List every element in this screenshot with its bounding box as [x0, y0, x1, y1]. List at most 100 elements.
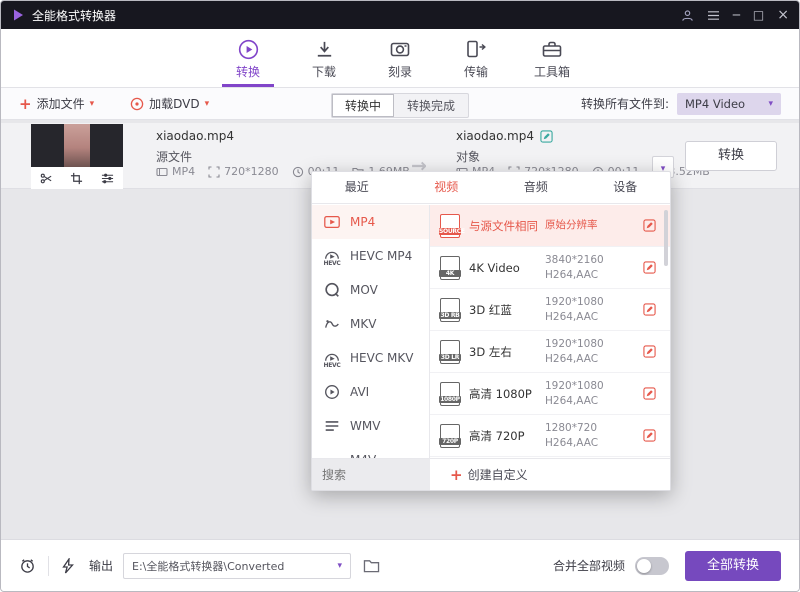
effects-sliders-icon[interactable]	[101, 172, 114, 185]
rename-edit-icon[interactable]	[540, 130, 553, 143]
avi-icon	[323, 383, 341, 401]
convert-row-button[interactable]: 转换	[685, 141, 777, 171]
tab-record[interactable]: 刻录	[362, 29, 438, 87]
format-icon	[156, 166, 168, 178]
edit-icon[interactable]	[643, 303, 656, 316]
window-controls: ─ □ ×	[681, 8, 789, 22]
format-item-mkv[interactable]: MKV	[312, 307, 429, 341]
format-item-mov[interactable]: MOV	[312, 273, 429, 307]
bottom-bar-right: 合并全部视频 全部转换	[553, 551, 781, 581]
format-list: MP4 HEVC HEVC MP4 MOV MKV HEVC HEVC MKV	[312, 205, 430, 458]
thumbnail-toolbar	[31, 167, 123, 189]
format-item-label: HEVC MKV	[350, 351, 413, 365]
target-label: 对象	[456, 148, 480, 165]
edit-icon[interactable]	[643, 345, 656, 358]
tab-toolbox-label: 工具箱	[534, 63, 570, 80]
chevron-down-icon: ▾	[205, 99, 210, 109]
preset-resolution: 1920*1080	[545, 295, 604, 310]
preset-resolution: 1920*1080	[545, 337, 604, 352]
preset-name: 4K Video	[469, 261, 545, 275]
preset-row-3d-sbs[interactable]: 3D LR 3D 左右 1920*1080H264,AAC	[430, 331, 670, 373]
format-item-avi[interactable]: AVI	[312, 375, 429, 409]
output-format-dropdown[interactable]: MP4 Video ▾	[677, 93, 781, 115]
tab-download[interactable]: 下载	[286, 29, 362, 87]
app-title: 全能格式转换器	[32, 7, 116, 24]
popup-tab-recent[interactable]: 最近	[312, 172, 402, 203]
format-item-label: MOV	[350, 283, 378, 297]
format-popup-body: MP4 HEVC HEVC MP4 MOV MKV HEVC HEVC MKV	[312, 205, 670, 458]
user-icon[interactable]	[681, 9, 694, 22]
menu-icon[interactable]	[707, 10, 720, 21]
preset-name: 与源文件相同	[469, 218, 545, 234]
minimize-button[interactable]: ─	[733, 9, 740, 21]
wmv-icon	[323, 417, 341, 435]
preset-file-icon: 1080P	[440, 382, 460, 406]
format-item-mp4[interactable]: MP4	[312, 205, 429, 239]
preset-file-icon: 720P	[440, 424, 460, 448]
source-resolution: 720*1280	[224, 165, 279, 178]
maximize-button[interactable]: □	[753, 9, 764, 21]
merge-videos-toggle[interactable]	[635, 557, 669, 575]
tab-transfer[interactable]: 传输	[438, 29, 514, 87]
popup-tab-device[interactable]: 设备	[581, 172, 671, 203]
thumbnail-frame	[64, 124, 90, 167]
tab-convert[interactable]: 转换	[210, 29, 286, 87]
tab-toolbox[interactable]: 工具箱	[514, 29, 590, 87]
trim-scissors-icon[interactable]	[40, 172, 53, 185]
add-files-button[interactable]: + 添加文件 ▾	[19, 95, 94, 113]
close-button[interactable]: ×	[777, 8, 789, 22]
tab-download-label: 下载	[312, 63, 336, 80]
video-thumbnail[interactable]	[31, 124, 123, 167]
scrollbar-thumb[interactable]	[664, 210, 668, 266]
edit-icon[interactable]	[643, 387, 656, 400]
record-camera-icon	[389, 37, 411, 61]
resolution-icon	[208, 166, 220, 178]
titlebar: 全能格式转换器 ─ □ ×	[1, 1, 799, 29]
download-icon	[314, 37, 335, 61]
preset-row-1080p[interactable]: 1080P 高清 1080P 1920*1080H264,AAC	[430, 373, 670, 415]
convert-all-to: 转换所有文件到: MP4 Video ▾	[581, 93, 781, 115]
toolbar: + 添加文件 ▾ 加载DVD ▾ 转换中 转换完成 转换所有文件到: MP4 V…	[1, 88, 799, 120]
mkv-icon	[323, 315, 341, 333]
crop-icon[interactable]	[70, 172, 83, 185]
preset-badge: 3D RB	[439, 312, 461, 319]
preset-codec: H264,AAC	[545, 394, 604, 409]
preset-row-3d-anaglyph[interactable]: 3D RB 3D 红蓝 1920*1080H264,AAC	[430, 289, 670, 331]
edit-icon[interactable]	[643, 261, 656, 274]
format-item-label: HEVC MP4	[350, 249, 412, 263]
format-item-m4v[interactable]: M4V	[312, 443, 429, 458]
open-folder-icon[interactable]	[363, 558, 380, 573]
target-filename: xiaodao.mp4	[456, 129, 534, 143]
output-path-dropdown[interactable]: E:\全能格式转换器\Converted ▾	[123, 553, 351, 579]
schedule-clock-icon[interactable]	[19, 557, 36, 574]
format-item-wmv[interactable]: WMV	[312, 409, 429, 443]
plus-icon: +	[450, 466, 463, 484]
mov-icon	[323, 281, 341, 299]
edit-icon[interactable]	[643, 219, 656, 232]
format-item-hevc-mp4[interactable]: HEVC HEVC MP4	[312, 239, 429, 273]
preset-detail: 1280*720H264,AAC	[545, 421, 598, 450]
preset-name: 3D 左右	[469, 344, 545, 360]
create-custom-button[interactable]: + 创建自定义	[450, 466, 528, 484]
tab-finished[interactable]: 转换完成	[394, 94, 468, 117]
preset-row-720p[interactable]: 720P 高清 720P 1280*720H264,AAC	[430, 415, 670, 457]
create-custom-label: 创建自定义	[468, 466, 528, 483]
preset-name: 高清 1080P	[469, 386, 545, 402]
high-speed-lightning-icon[interactable]	[61, 558, 75, 574]
format-item-hevc-mkv[interactable]: HEVC HEVC MKV	[312, 341, 429, 375]
preset-badge: 4K	[439, 270, 461, 277]
preset-detail: 1920*1080H264,AAC	[545, 379, 604, 408]
preset-row-same-as-source[interactable]: SOURCE 与源文件相同 原始分辨率	[430, 205, 670, 247]
preset-row-4k[interactable]: 4K 4K Video 3840*2160H264,AAC	[430, 247, 670, 289]
edit-icon[interactable]	[643, 429, 656, 442]
m4v-icon	[323, 451, 341, 458]
preset-badge: 720P	[439, 438, 461, 445]
popup-tab-audio[interactable]: 音频	[491, 172, 581, 203]
tab-converting[interactable]: 转换中	[332, 94, 394, 117]
popup-tab-video[interactable]: 视频	[402, 172, 492, 203]
load-dvd-button[interactable]: 加载DVD ▾	[130, 95, 209, 112]
search-input[interactable]	[312, 459, 430, 490]
convert-all-button[interactable]: 全部转换	[685, 551, 781, 581]
preset-detail: 3840*2160H264,AAC	[545, 253, 604, 282]
transfer-icon	[465, 37, 487, 61]
